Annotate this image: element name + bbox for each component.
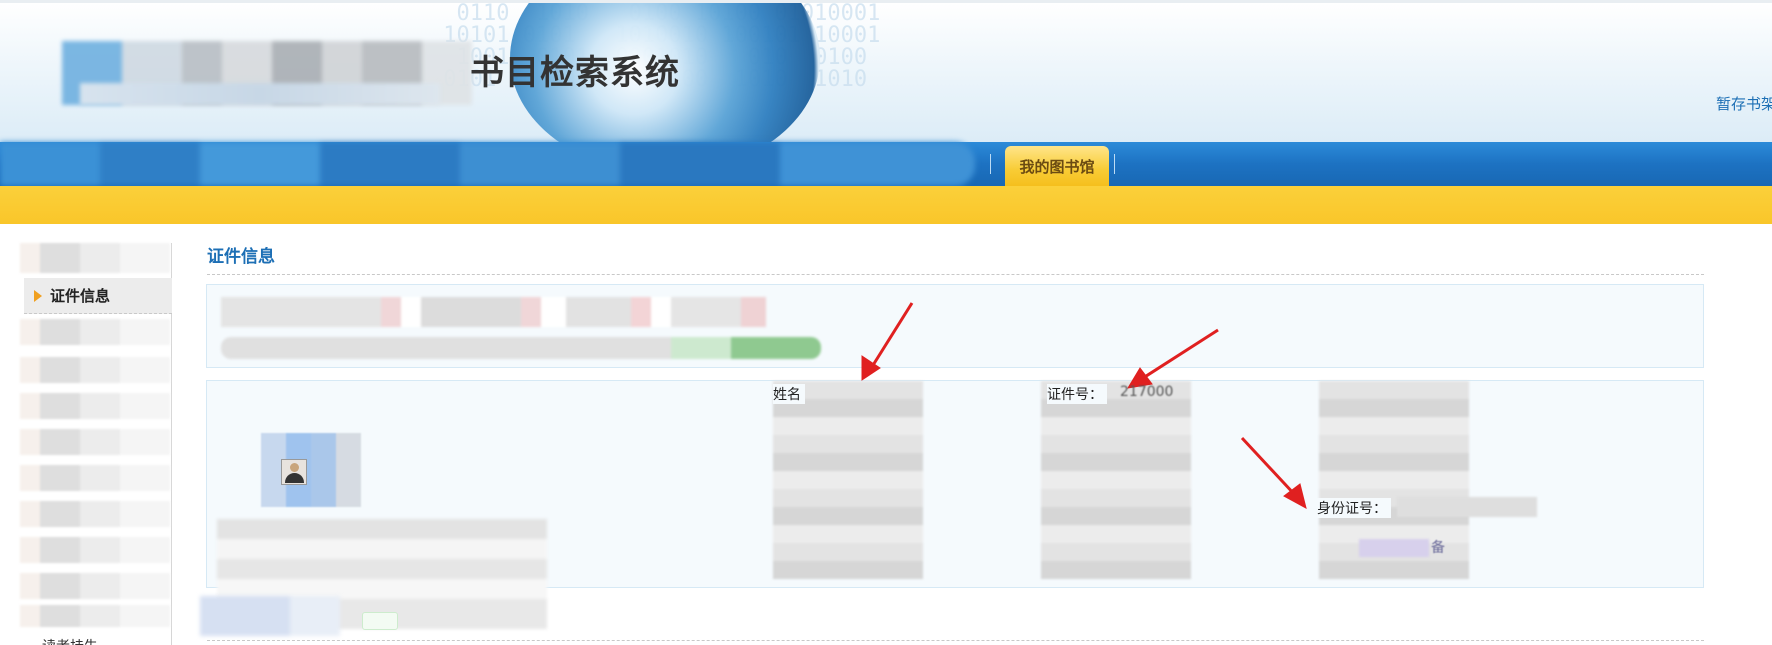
card-number-label: 证件号： [1047,384,1107,404]
card-number-value: 217000 [1120,384,1174,400]
annotation-arrow-name [868,302,914,371]
annotation-arrow-id [1240,436,1298,498]
annotation-arrows [861,302,1307,509]
annotation-arrow-card [1139,328,1219,382]
id-number-label: 身份证号： [1317,498,1391,518]
